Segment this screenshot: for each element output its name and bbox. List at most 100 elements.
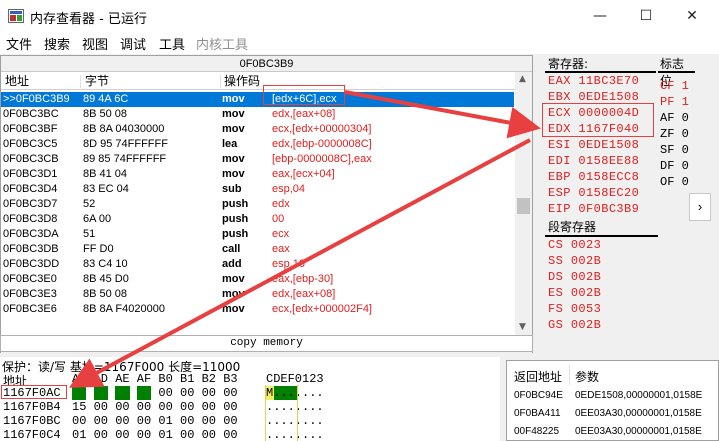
segment-gs[interactable]: GS 002B (548, 318, 601, 332)
hex-byte[interactable]: 00 (223, 386, 237, 400)
register-edi[interactable]: EDI 0158EE88 (548, 154, 639, 168)
hex-ascii[interactable]: M....... (266, 386, 324, 400)
hex-row-address[interactable]: 1167F0BC (3, 414, 61, 428)
stack-return-address[interactable]: 0F0BC94E (514, 390, 563, 401)
stack-params[interactable]: 0EDE1508,00000001,0158E (575, 390, 702, 401)
hex-byte[interactable]: 00 (115, 386, 130, 400)
hex-byte[interactable]: 00 (115, 400, 129, 414)
register-esp[interactable]: ESP 0158EC20 (548, 186, 639, 200)
register-eip[interactable]: EIP 0F0BC3B9 (548, 202, 639, 216)
register-eax[interactable]: EAX 11BC3E70 (548, 74, 639, 88)
disassembly-row[interactable]: 0F0BC3D4 83 EC 04 sub esp,04 (1, 182, 514, 197)
hex-byte[interactable]: 00 (136, 386, 152, 400)
segment-cs[interactable]: CS 0023 (548, 238, 601, 252)
flag-df[interactable]: DF 0 (660, 159, 689, 173)
segment-ds[interactable]: DS 002B (548, 270, 601, 284)
header-opcode[interactable]: 操作码 (220, 73, 260, 90)
hex-row-address[interactable]: 1167F0B4 (3, 400, 61, 414)
hex-byte[interactable]: 00 (94, 414, 108, 428)
copy-memory-bar[interactable]: copy memory (0, 335, 533, 352)
hex-byte[interactable]: 00 (202, 428, 216, 441)
vertical-scroll-thumb[interactable] (517, 198, 530, 214)
hex-row[interactable]: 1167F0C4 01 00 00 00 01 00 00 00........ (0, 428, 500, 441)
register-ebx[interactable]: EBX 0EDE1508 (548, 90, 639, 104)
segment-fs[interactable]: FS 0053 (548, 302, 601, 316)
segment-ss[interactable]: SS 002B (548, 254, 601, 268)
hex-byte[interactable]: 01 (158, 428, 172, 441)
hex-byte[interactable]: 4D (72, 386, 87, 400)
hex-ascii[interactable]: ........ (266, 414, 324, 428)
menu-file[interactable]: 文件 (6, 34, 32, 53)
disassembly-row[interactable]: 0F0BC3CB 89 85 74FFFFFF mov [ebp-0000008C],… (1, 152, 514, 167)
hex-row[interactable]: 1167F0B4 15 00 00 00 00 00 00 00........ (0, 400, 500, 414)
hex-byte[interactable]: 00 (180, 414, 194, 428)
disassembly-row[interactable]: 0F0BC3C5 8D 95 74FFFFFF lea edx,[ebp-000000… (1, 137, 514, 152)
hex-byte[interactable]: 00 (223, 400, 237, 414)
menu-view[interactable]: 视图 (82, 34, 108, 53)
disassembly-row[interactable]: 0F0BC3E3 8B 50 08 mov edx,[eax+08] (1, 287, 514, 302)
hex-byte[interactable]: 00 (223, 414, 237, 428)
flag-zf[interactable]: ZF 0 (660, 127, 689, 141)
hex-row-address[interactable]: 1167F0C4 (3, 428, 61, 441)
expand-registers-button[interactable]: › (689, 193, 711, 221)
hex-byte[interactable]: 00 (158, 400, 172, 414)
disassembly-row[interactable]: 0F0BC3DB FF D0 call eax (1, 242, 514, 257)
vertical-scrollbar[interactable]: ▲ ▼ (515, 72, 532, 336)
disassembly-row[interactable]: 0F0BC3DD 83 C4 10 add esp,10 (1, 257, 514, 272)
flag-sf[interactable]: SF 0 (660, 143, 689, 157)
close-button[interactable]: ✕ (669, 0, 715, 32)
scroll-down-icon[interactable]: ▼ (519, 322, 526, 332)
disassembly-row[interactable]: >>0F0BC3B9 89 4A 6C mov [edx+6C],ecx (1, 92, 514, 107)
flag-af[interactable]: AF 0 (660, 111, 689, 125)
hex-byte[interactable]: 00 (72, 414, 86, 428)
minimize-button[interactable]: — (577, 0, 623, 32)
hex-byte[interactable]: 00 (202, 414, 216, 428)
register-esi[interactable]: ESI 0EDE1508 (548, 138, 639, 152)
disassembly-row[interactable]: 0F0BC3E0 8B 45 D0 mov eax,[ebp-30] (1, 272, 514, 287)
hex-byte[interactable]: 00 (202, 400, 216, 414)
disassembly-row[interactable]: 0F0BC3D7 52 push edx (1, 197, 514, 212)
segment-es[interactable]: ES 002B (548, 286, 601, 300)
maximize-button[interactable]: ☐ (623, 0, 669, 32)
disassembly-row[interactable]: 0F0BC3DA 51 push ecx (1, 227, 514, 242)
disassembly-row[interactable]: 0F0BC3BF 8B 8A 04030000 mov ecx,[edx+000003… (1, 122, 514, 137)
stack-return-address[interactable]: 00F48225 (514, 426, 559, 437)
hex-byte[interactable]: 00 (202, 386, 216, 400)
stack-params[interactable]: 0EE03A30,00000001,0158E (575, 408, 702, 419)
flag-pf[interactable]: PF 1 (660, 95, 689, 109)
hex-byte[interactable]: 00 (94, 428, 108, 441)
flag-cf[interactable]: CF 1 (660, 79, 689, 93)
stack-params[interactable]: 0EE03A30,00000001,0158E (575, 426, 702, 437)
flag-of[interactable]: OF 0 (660, 175, 689, 189)
disassembly-row[interactable]: 0F0BC3BC 8B 50 08 mov edx,[eax+08] (1, 107, 514, 122)
disassembly-row[interactable]: 0F0BC3D8 6A 00 push 00 (1, 212, 514, 227)
header-params[interactable]: 参数 (575, 368, 599, 385)
hex-byte[interactable]: 00 (94, 400, 108, 414)
hex-ascii[interactable]: ........ (266, 400, 324, 414)
hex-byte[interactable]: 00 (115, 414, 129, 428)
hex-byte[interactable]: 00 (137, 428, 151, 441)
menu-kernel-tools[interactable]: 内核工具 (196, 34, 248, 53)
hex-byte[interactable]: 00 (180, 386, 194, 400)
hex-byte[interactable]: 00 (93, 386, 108, 400)
hex-byte[interactable]: 01 (158, 414, 172, 428)
register-ebp[interactable]: EBP 0158ECC8 (548, 170, 639, 184)
hex-byte[interactable]: 00 (180, 400, 194, 414)
scroll-up-icon[interactable]: ▲ (519, 74, 526, 84)
disassembly-row[interactable]: 0F0BC3D1 8B 41 04 mov eax,[ecx+04] (1, 167, 514, 182)
hex-byte[interactable]: 00 (115, 428, 129, 441)
hex-byte[interactable]: 01 (72, 428, 86, 441)
hex-byte[interactable]: 15 (72, 400, 86, 414)
hex-byte[interactable]: 00 (158, 386, 172, 400)
hex-byte[interactable]: 00 (137, 400, 151, 414)
hex-ascii[interactable]: ........ (266, 428, 324, 441)
hex-byte[interactable]: 00 (137, 414, 151, 428)
stack-return-address[interactable]: 0F0BA411 (514, 408, 561, 419)
menu-search[interactable]: 搜索 (44, 34, 70, 53)
header-return-address[interactable]: 返回地址 (514, 368, 562, 385)
header-address[interactable]: 地址 (1, 73, 29, 90)
header-bytes[interactable]: 字节 (81, 73, 109, 90)
hex-row[interactable]: 1167F0AC 4D 00 00 00 00 00 00 00 M....... (0, 386, 500, 400)
disassembly-row[interactable]: 0F0BC3E6 8B 8A F4020000 mov ecx,[edx+000002… (1, 302, 514, 317)
menu-debug[interactable]: 调试 (120, 34, 146, 53)
